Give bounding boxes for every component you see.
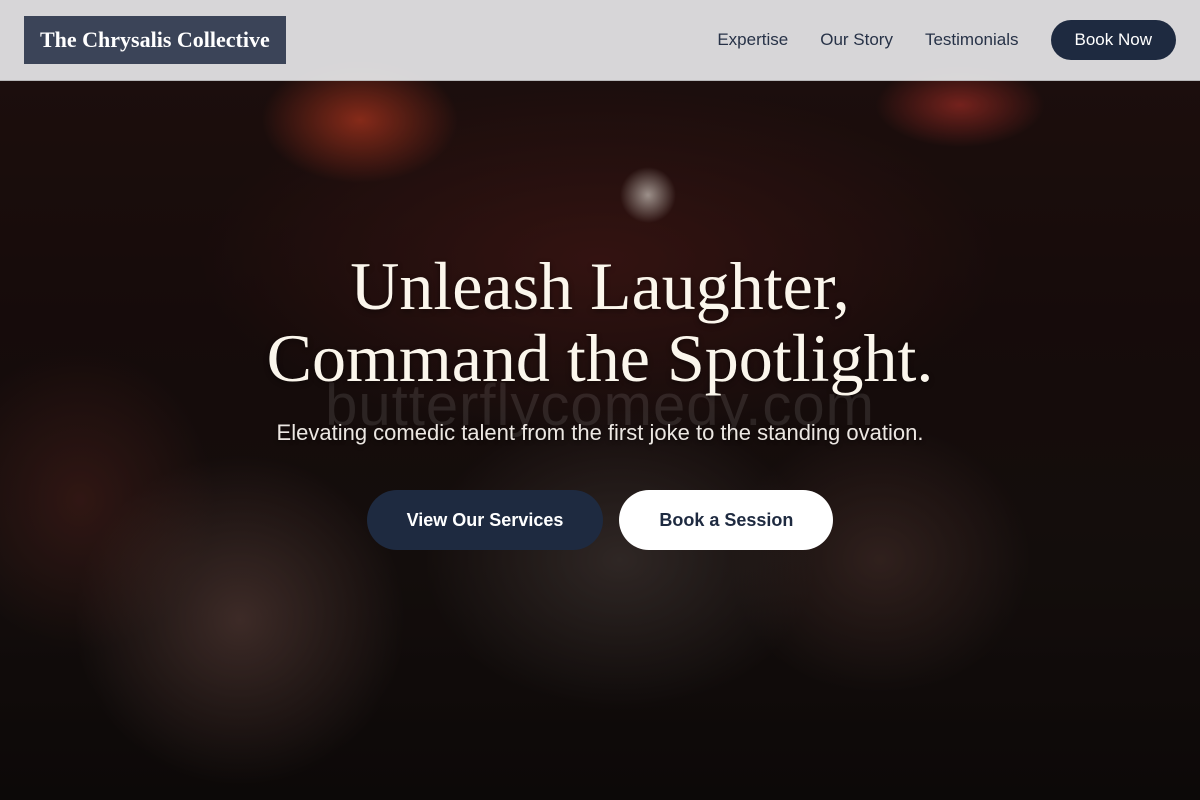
nav-link-our-story[interactable]: Our Story — [820, 30, 893, 50]
book-now-button[interactable]: Book Now — [1050, 20, 1176, 60]
nav-link-testimonials[interactable]: Testimonials — [925, 30, 1019, 50]
hero-title: Unleash Laughter, Command the Spotlight. — [0, 250, 1200, 394]
page: butterflycomedy.com The Chrysalis Collec… — [0, 0, 1200, 800]
book-session-button[interactable]: Book a Session — [619, 490, 834, 550]
hero-cta-group: View Our Services Book a Session — [0, 490, 1200, 550]
nav-link-expertise[interactable]: Expertise — [717, 30, 788, 50]
main-nav: Expertise Our Story Testimonials Book No… — [717, 20, 1176, 60]
brand-logo[interactable]: The Chrysalis Collective — [24, 16, 286, 64]
hero-title-line-2: Command the Spotlight. — [266, 320, 934, 396]
hero-title-line-1: Unleash Laughter, — [350, 248, 850, 324]
hero-subtitle: Elevating comedic talent from the first … — [276, 420, 924, 445]
hero-overlay — [0, 0, 1200, 800]
view-services-button[interactable]: View Our Services — [366, 490, 604, 550]
site-header: The Chrysalis Collective Expertise Our S… — [0, 0, 1200, 81]
